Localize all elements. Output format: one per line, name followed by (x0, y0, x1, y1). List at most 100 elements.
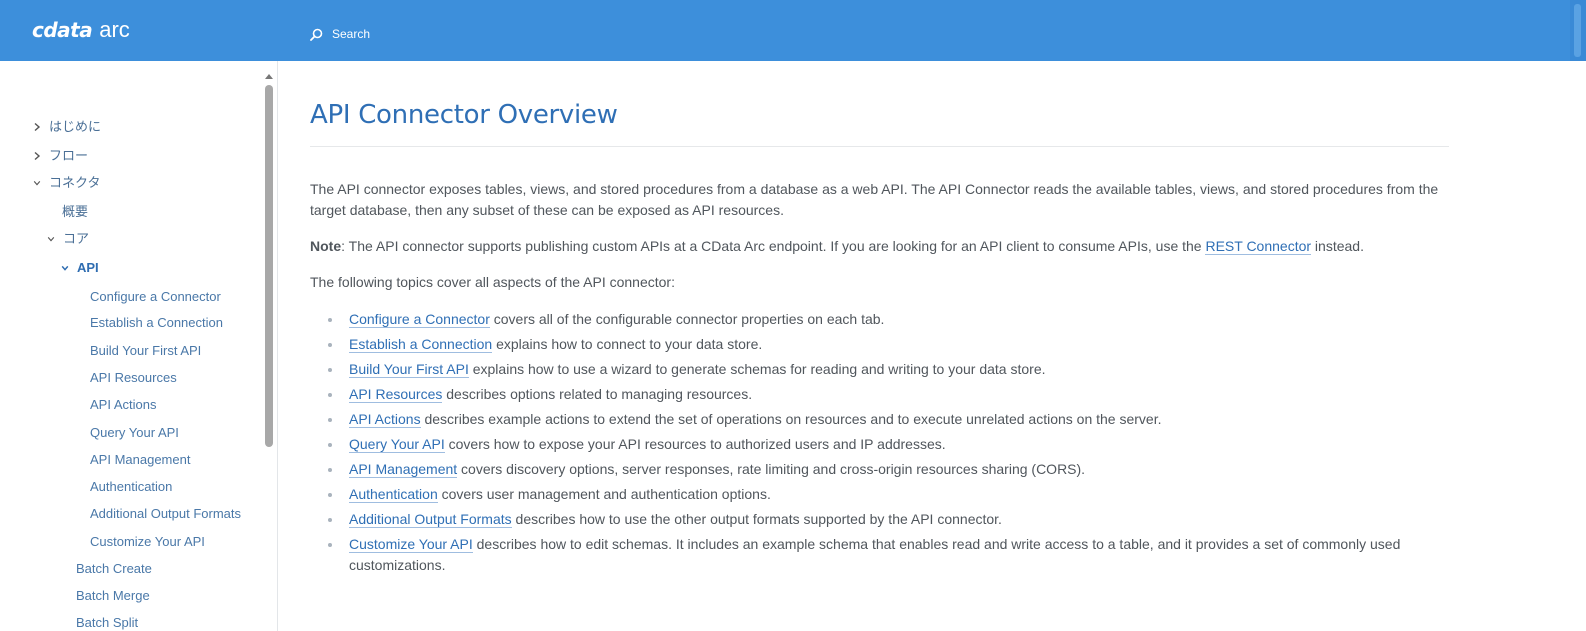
sidebar-item-api-actions[interactable]: API Actions (90, 395, 156, 415)
chevron-right-icon (33, 122, 41, 132)
sidebar-item-api-resources[interactable]: API Resources (90, 368, 177, 388)
sidebar-scrollbar-thumb[interactable] (265, 85, 273, 447)
topic-description: describes how to use the other output fo… (511, 511, 1002, 527)
sidebar-item-label: Authentication (90, 479, 173, 494)
logo-product: arc (99, 17, 130, 42)
sidebar-item-label: Batch Split (76, 615, 139, 630)
sidebar-item-label: Additional Output Formats (90, 506, 242, 521)
page-scrollbar[interactable] (1570, 0, 1586, 61)
sidebar-item-build-your-first-api[interactable]: Build Your First API (90, 341, 201, 361)
sidebar-item-label: Batch Create (76, 561, 152, 576)
sidebar-item-label: フロー (49, 148, 89, 163)
sidebar-item-label: はじめに (49, 119, 102, 134)
topic-description: covers discovery options, server respons… (457, 461, 1086, 477)
bullet-dot (328, 418, 332, 422)
topic-link[interactable]: Configure a Connector (349, 311, 490, 328)
bullet-dot (328, 518, 332, 522)
sidebar-nav: はじめに フロー コネクタ 概要 コア API Configure a Conn… (0, 61, 278, 631)
topic-description: explains how to connect to your data sto… (492, 336, 763, 352)
sidebar-item-query-your-api[interactable]: Query Your API (90, 423, 179, 443)
topic-description: covers user management and authenticatio… (437, 486, 771, 502)
search-label: Search (332, 27, 371, 41)
bullet-dot (328, 493, 332, 497)
bullet-dot (328, 318, 332, 322)
sidebar-item-api[interactable]: API (61, 258, 99, 278)
topics-list: Configure a Connector covers all of the … (310, 309, 1449, 580)
topic-link[interactable]: Establish a Connection (349, 336, 493, 353)
list-item: Build Your First API explains how to use… (310, 359, 1449, 380)
sidebar-item-label: API (77, 260, 99, 275)
topic-description: describes how to edit schemas. It includ… (349, 536, 1401, 573)
sidebar-item-batch-merge[interactable]: Batch Merge (76, 586, 150, 606)
sidebar-item-customize-your-api[interactable]: Customize Your API (90, 532, 205, 552)
search-button[interactable]: Search (310, 24, 370, 44)
topic-description: covers all of the configurable connector… (489, 311, 885, 327)
top-bar: cdata arc Search (0, 0, 1586, 61)
title-divider (310, 146, 1449, 147)
list-item: Query Your API covers how to expose your… (310, 434, 1449, 455)
logo[interactable]: cdata arc (32, 17, 130, 43)
sidebar-item-overview[interactable]: 概要 (62, 202, 88, 222)
topic-description: explains how to use a wizard to generate… (468, 361, 1046, 377)
sidebar-item-label: コア (63, 231, 90, 246)
bullet-dot (328, 368, 332, 372)
list-item: Authentication covers user management an… (310, 484, 1449, 505)
bullet-dot (328, 393, 332, 397)
list-item: API Actions describes example actions to… (310, 409, 1449, 430)
sidebar-item-api-management[interactable]: API Management (90, 450, 190, 470)
topic-link[interactable]: Customize Your API (349, 536, 473, 553)
scroll-up-arrow-icon[interactable] (264, 69, 274, 79)
sidebar-item-batch-split[interactable]: Batch Split (76, 613, 138, 631)
sidebar-item-label: Establish a Connection (90, 315, 223, 330)
list-item: Additional Output Formats describes how … (310, 509, 1449, 530)
sidebar-item-label: コネクタ (49, 175, 101, 190)
topic-link[interactable]: Query Your API (349, 436, 445, 453)
sidebar-item-establish-a-connection[interactable]: Establish a Connection (90, 313, 223, 333)
topics-intro: The following topics cover all aspects o… (310, 274, 675, 290)
sidebar-item-batch-create[interactable]: Batch Create (76, 559, 152, 579)
topic-link[interactable]: API Resources (349, 386, 443, 403)
note-text-end: instead. (1311, 238, 1364, 254)
search-icon (310, 28, 323, 41)
logo-brand: cdata (32, 18, 93, 42)
sidebar-item-label: Customize Your API (90, 534, 205, 549)
sidebar-item-additional-output-formats[interactable]: Additional Output Formats (90, 504, 241, 524)
sidebar-item-connectors[interactable]: コネクタ (33, 173, 100, 193)
bullet-dot (328, 468, 332, 472)
bullet-dot (328, 443, 332, 447)
page-scrollbar-thumb[interactable] (1574, 4, 1581, 57)
page-title: API Connector Overview (310, 100, 618, 130)
list-item: API Resources describes options related … (310, 384, 1449, 405)
topic-link[interactable]: Additional Output Formats (349, 511, 512, 528)
rest-connector-link[interactable]: REST Connector (1205, 238, 1312, 255)
list-item: API Management covers discovery options,… (310, 459, 1449, 480)
chevron-down-icon (61, 264, 69, 272)
sidebar-item-configure-a-connector[interactable]: Configure a Connector (90, 287, 221, 307)
note-paragraph: Note: The API connector supports publish… (310, 236, 1449, 257)
topic-link[interactable]: API Management (349, 461, 458, 478)
sidebar-item-core[interactable]: コア (47, 229, 89, 249)
note-label: Note (310, 238, 342, 254)
list-item: Establish a Connection explains how to c… (310, 334, 1449, 355)
sidebar-item-flow[interactable]: フロー (33, 146, 88, 166)
topic-link[interactable]: Build Your First API (349, 361, 469, 378)
sidebar-item-label: Query Your API (90, 425, 179, 440)
topic-link[interactable]: API Actions (349, 411, 421, 428)
bullet-dot (328, 543, 332, 547)
note-text: : The API connector supports publishing … (341, 238, 1206, 254)
list-item: Customize Your API describes how to edit… (310, 534, 1449, 576)
topic-description: describes options related to managing re… (442, 386, 753, 402)
sidebar-item-authentication[interactable]: Authentication (90, 477, 172, 497)
bullet-dot (328, 343, 332, 347)
list-item: Configure a Connector covers all of the … (310, 309, 1449, 330)
topic-link[interactable]: Authentication (349, 486, 438, 503)
sidebar-item-label: Configure a Connector (90, 289, 221, 304)
sidebar-item-label: API Management (90, 452, 191, 467)
topic-description: describes example actions to extend the … (420, 411, 1162, 427)
intro-paragraph: The API connector exposes tables, views,… (310, 181, 1439, 218)
sidebar-item-label: 概要 (62, 204, 89, 219)
chevron-right-icon (33, 151, 41, 161)
topic-description: covers how to expose your API resources … (444, 436, 946, 452)
sidebar-item-hajimeni[interactable]: はじめに (33, 117, 101, 137)
sidebar-item-label: API Resources (90, 370, 177, 385)
